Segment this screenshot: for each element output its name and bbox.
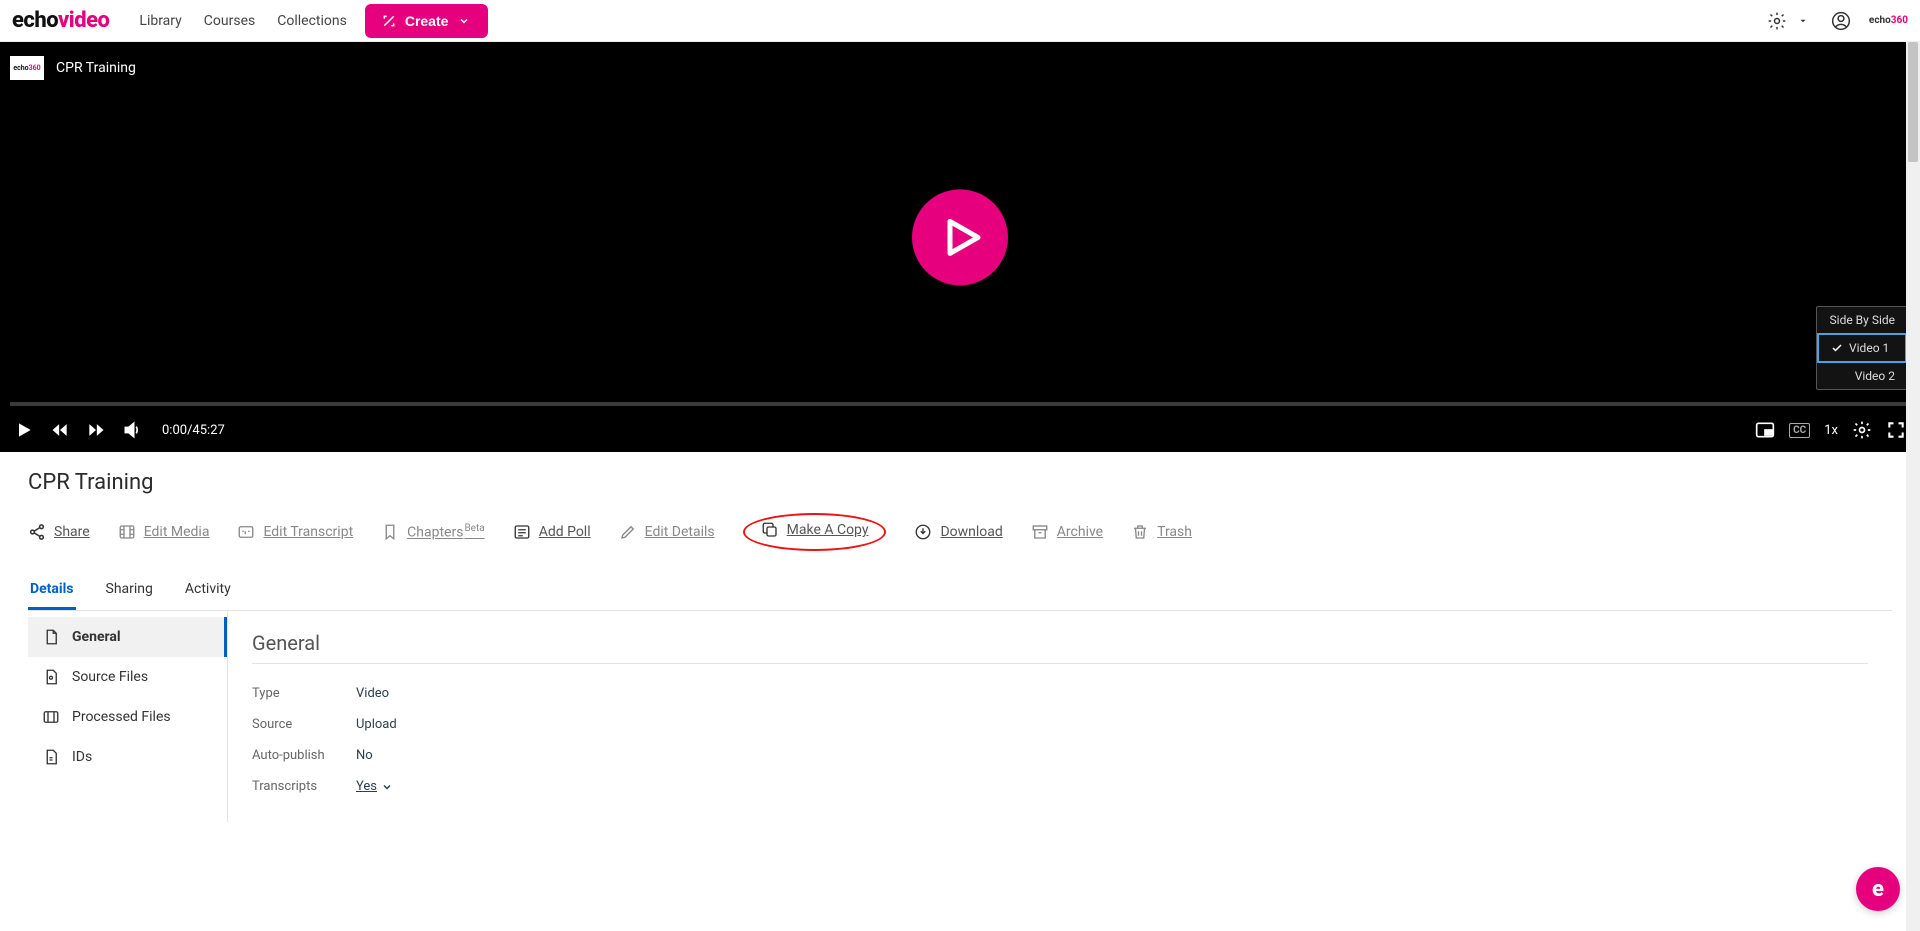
forward-button[interactable]	[86, 420, 106, 440]
chevron-down-icon	[381, 781, 393, 793]
player-controls: 0:00/45:27 CC 1x	[0, 408, 1920, 452]
time-display: 0:00/45:27	[162, 423, 225, 438]
row-autopublish: Auto-publish No	[252, 740, 1868, 771]
make-copy-action[interactable]: Make A Copy	[761, 521, 869, 539]
logo-echo: echo	[12, 8, 58, 33]
make-copy-highlight: Make A Copy	[743, 513, 887, 551]
layout-video-2[interactable]: Video 2	[1817, 363, 1907, 389]
play-icon	[936, 213, 984, 261]
layout-menu: Side By Side Video 1 Video 2	[1816, 306, 1908, 390]
archive-action[interactable]: Archive	[1031, 523, 1103, 541]
captions-button[interactable]: CC	[1789, 423, 1810, 438]
transcripts-toggle[interactable]: Yes	[356, 779, 393, 794]
player-settings-button[interactable]	[1852, 420, 1872, 440]
add-poll-action[interactable]: Add Poll	[513, 523, 591, 541]
tabs: Details Sharing Activity	[28, 573, 1892, 611]
layout-video-1-label: Video 1	[1849, 341, 1889, 355]
create-label: Create	[405, 13, 449, 29]
video-player: echo360 CPR Training Side By Side Video …	[0, 42, 1920, 452]
trash-action[interactable]: Trash	[1131, 523, 1192, 541]
player-header: echo360 CPR Training	[10, 56, 136, 80]
chevron-down-icon	[454, 11, 474, 31]
row-transcripts: Transcripts Yes	[252, 771, 1868, 802]
mini-logo[interactable]: echo360	[1869, 15, 1908, 26]
pip-button[interactable]	[1755, 420, 1775, 440]
page-title: CPR Training	[28, 470, 1892, 495]
logo-video: video	[58, 8, 109, 33]
rewind-button[interactable]	[50, 420, 70, 440]
edit-details-action[interactable]: Edit Details	[619, 523, 715, 541]
doc-icon	[42, 628, 60, 646]
nav-collections[interactable]: Collections	[277, 13, 347, 29]
download-action[interactable]: Download	[914, 523, 1002, 541]
logo[interactable]: echovideo	[12, 8, 109, 33]
sidenav-processed-files[interactable]: Processed Files	[28, 697, 227, 737]
archive-icon	[1031, 523, 1049, 541]
sidenav-source-files[interactable]: Source Files	[28, 657, 227, 697]
layout-side-by-side[interactable]: Side By Side	[1817, 307, 1907, 333]
wand-icon	[379, 11, 399, 31]
tab-sharing[interactable]: Sharing	[104, 573, 155, 610]
settings-icon[interactable]	[1767, 11, 1787, 31]
action-row: Share Edit Media Edit Transcript Chapter…	[28, 513, 1892, 567]
play-button[interactable]	[14, 420, 34, 440]
content-area: CPR Training Share Edit Media Edit Trans…	[0, 452, 1920, 822]
nav-links: Library Courses Collections	[139, 13, 346, 29]
edit-transcript-action[interactable]: Edit Transcript	[237, 523, 353, 541]
nav-library[interactable]: Library	[139, 13, 181, 29]
download-icon	[914, 523, 932, 541]
edit-media-action[interactable]: Edit Media	[118, 523, 210, 541]
speed-button[interactable]: 1x	[1824, 423, 1838, 438]
detail-side-nav: General Source Files Processed Files IDs	[28, 611, 228, 822]
nav-courses[interactable]: Courses	[204, 13, 255, 29]
volume-button[interactable]	[122, 420, 142, 440]
row-source: Source Upload	[252, 709, 1868, 740]
player-title: CPR Training	[56, 60, 136, 76]
check-icon	[1831, 342, 1843, 354]
section-heading: General	[252, 631, 1868, 655]
create-button[interactable]: Create	[365, 4, 489, 38]
film-small-icon	[42, 708, 60, 726]
scrollbar[interactable]	[1906, 42, 1920, 931]
id-icon	[42, 748, 60, 766]
sidenav-general[interactable]: General	[28, 617, 227, 657]
section-divider	[252, 663, 1868, 664]
nav-right: echo360	[1767, 11, 1908, 31]
pencil-icon	[619, 523, 637, 541]
tab-activity[interactable]: Activity	[183, 573, 233, 610]
share-action[interactable]: Share	[28, 523, 90, 541]
account-icon[interactable]	[1831, 11, 1851, 31]
film-icon	[118, 523, 136, 541]
top-nav: echovideo Library Courses Collections Cr…	[0, 0, 1920, 42]
poll-icon	[513, 523, 531, 541]
big-play-button[interactable]	[912, 189, 1008, 285]
caret-down-icon[interactable]	[1793, 11, 1813, 31]
row-type: Type Video	[252, 678, 1868, 709]
layout-video-1[interactable]: Video 1	[1817, 333, 1907, 363]
bookmark-icon	[381, 523, 399, 541]
help-button[interactable]: e	[1856, 867, 1900, 911]
share-icon	[28, 523, 46, 541]
scrollbar-thumb[interactable]	[1908, 42, 1918, 162]
transcript-icon	[237, 523, 255, 541]
fullscreen-button[interactable]	[1886, 420, 1906, 440]
copy-icon	[761, 521, 779, 539]
trash-icon	[1131, 523, 1149, 541]
tab-details[interactable]: Details	[28, 573, 76, 610]
progress-bar[interactable]	[10, 402, 1910, 406]
detail-area: General Source Files Processed Files IDs…	[28, 611, 1892, 822]
file-icon	[42, 668, 60, 686]
sidenav-ids[interactable]: IDs	[28, 737, 227, 777]
player-thumb: echo360	[10, 56, 44, 80]
detail-main: General Type Video Source Upload Auto-pu…	[228, 611, 1892, 822]
chapters-action[interactable]: ChaptersBeta	[381, 523, 485, 541]
